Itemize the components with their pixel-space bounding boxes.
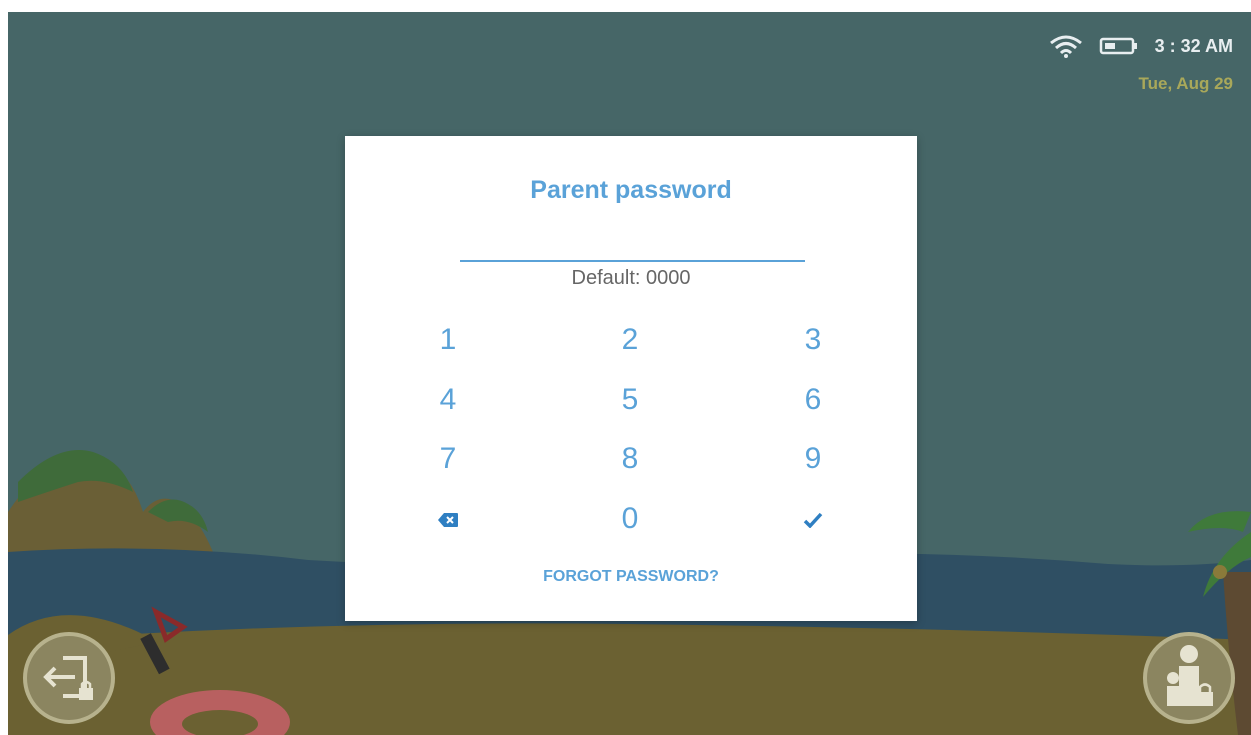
key-7[interactable]: 7 (408, 434, 488, 484)
confirm-button[interactable] (773, 494, 853, 544)
key-0[interactable]: 0 (590, 494, 670, 544)
backspace-icon (438, 513, 458, 528)
wifi-icon (1049, 34, 1083, 58)
key-9[interactable]: 9 (773, 434, 853, 484)
parent-lock-icon (1167, 645, 1213, 706)
password-hint: Default: 0000 (571, 267, 691, 289)
key-5[interactable]: 5 (590, 375, 670, 425)
password-field[interactable] (460, 232, 805, 262)
key-4[interactable]: 4 (408, 375, 488, 425)
exit-lock-button[interactable] (23, 632, 115, 724)
key-6[interactable]: 6 (773, 375, 853, 425)
dialog-title: Parent password (530, 176, 732, 204)
exit-lock-icon (43, 656, 93, 700)
key-3[interactable]: 3 (773, 315, 853, 365)
kids-mode-screen: 3 : 32 AM Tue, Aug 29 Parent password De… (8, 12, 1251, 735)
parent-password-dialog: Parent password Default: 0000 1 2 3 4 5 … (345, 136, 917, 621)
key-2[interactable]: 2 (590, 315, 670, 365)
backspace-button[interactable] (408, 494, 488, 544)
status-date: Tue, Aug 29 (1138, 74, 1233, 93)
key-1[interactable]: 1 (408, 315, 488, 365)
parent-lock-button[interactable] (1143, 632, 1235, 724)
check-icon (803, 512, 823, 529)
status-time: 3 : 32 AM (1154, 35, 1233, 56)
battery-icon (1099, 36, 1139, 56)
forgot-password-link[interactable]: FORGOT PASSWORD? (345, 568, 917, 586)
key-8[interactable]: 8 (590, 434, 670, 484)
status-bar: 3 : 32 AM (1049, 34, 1233, 58)
